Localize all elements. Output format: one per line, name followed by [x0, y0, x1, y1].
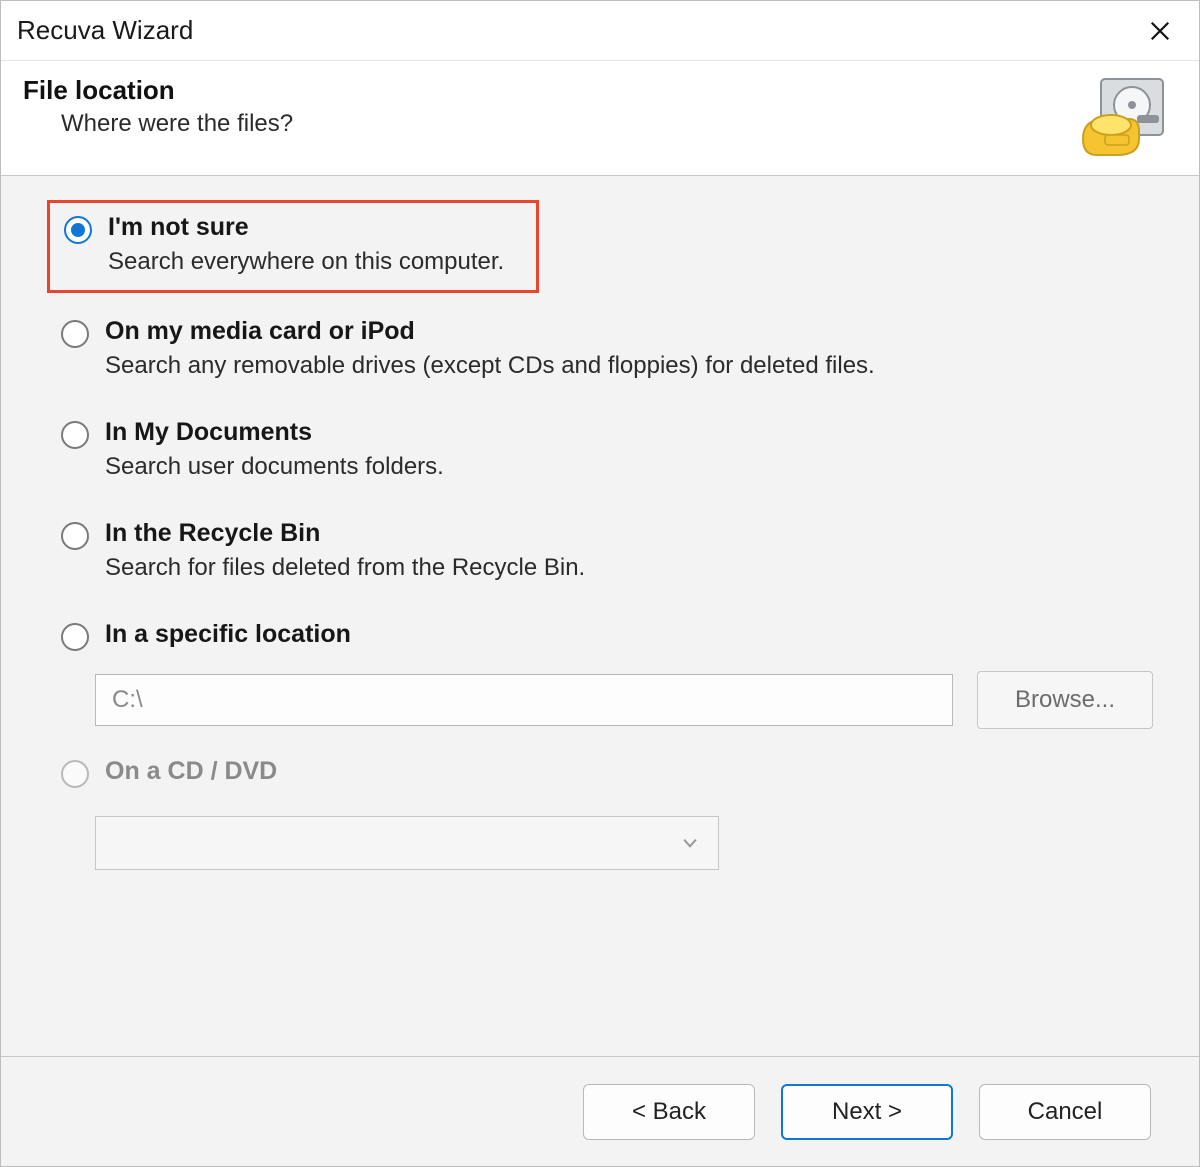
radio-media-card[interactable]	[61, 320, 89, 348]
radio-not-sure[interactable]	[64, 216, 92, 244]
wizard-window: Recuva Wizard File location Where were t…	[0, 0, 1200, 1167]
option-documents[interactable]: In My Documents Search user documents fo…	[47, 408, 1153, 495]
radio-cd-dvd	[61, 760, 89, 788]
page-subheading: Where were the files?	[61, 110, 293, 138]
cancel-button[interactable]: Cancel	[979, 1084, 1151, 1140]
option-specific-location[interactable]: In a specific location	[47, 610, 1153, 665]
browse-button[interactable]: Browse...	[977, 671, 1153, 729]
page-heading: File location	[23, 75, 293, 106]
cd-dvd-select-row	[95, 816, 1153, 870]
titlebar: Recuva Wizard	[1, 1, 1199, 61]
radio-recycle-bin[interactable]	[61, 522, 89, 550]
option-not-sure-texts: I'm not sure Search everywhere on this c…	[108, 213, 504, 276]
cd-dvd-drive-select	[95, 816, 719, 870]
chevron-down-icon	[680, 833, 700, 853]
radio-specific-location[interactable]	[61, 623, 89, 651]
option-cd-dvd-label: On a CD / DVD	[105, 757, 277, 786]
option-recycle-bin-texts: In the Recycle Bin Search for files dele…	[105, 519, 585, 582]
option-not-sure-label: I'm not sure	[108, 213, 504, 242]
option-specific-location-label: In a specific location	[105, 620, 351, 649]
option-documents-texts: In My Documents Search user documents fo…	[105, 418, 444, 481]
option-media-card-texts: On my media card or iPod Search any remo…	[105, 317, 875, 380]
window-title: Recuva Wizard	[17, 15, 193, 46]
wizard-footer: < Back Next > Cancel	[1, 1056, 1199, 1166]
option-recycle-bin[interactable]: In the Recycle Bin Search for files dele…	[47, 509, 1153, 596]
content-area: I'm not sure Search everywhere on this c…	[1, 176, 1199, 1056]
option-recycle-bin-label: In the Recycle Bin	[105, 519, 585, 548]
option-media-card-desc: Search any removable drives (except CDs …	[105, 352, 875, 380]
specific-location-row: Browse...	[95, 671, 1153, 729]
close-icon	[1149, 20, 1171, 42]
option-documents-label: In My Documents	[105, 418, 444, 447]
option-cd-dvd: On a CD / DVD	[47, 747, 1153, 802]
header-text: File location Where were the files?	[23, 75, 293, 138]
radio-documents[interactable]	[61, 421, 89, 449]
hard-drive-icon	[1077, 75, 1169, 157]
option-specific-location-texts: In a specific location	[105, 620, 351, 649]
location-path-input[interactable]	[95, 674, 953, 726]
option-documents-desc: Search user documents folders.	[105, 453, 444, 481]
next-button[interactable]: Next >	[781, 1084, 953, 1140]
option-media-card[interactable]: On my media card or iPod Search any remo…	[47, 307, 1153, 394]
option-cd-dvd-texts: On a CD / DVD	[105, 757, 277, 786]
option-media-card-label: On my media card or iPod	[105, 317, 875, 346]
option-not-sure[interactable]: I'm not sure Search everywhere on this c…	[47, 200, 539, 293]
option-not-sure-desc: Search everywhere on this computer.	[108, 248, 504, 276]
option-recycle-bin-desc: Search for files deleted from the Recycl…	[105, 554, 585, 582]
close-button[interactable]	[1143, 14, 1177, 48]
header-panel: File location Where were the files?	[1, 61, 1199, 176]
back-button[interactable]: < Back	[583, 1084, 755, 1140]
